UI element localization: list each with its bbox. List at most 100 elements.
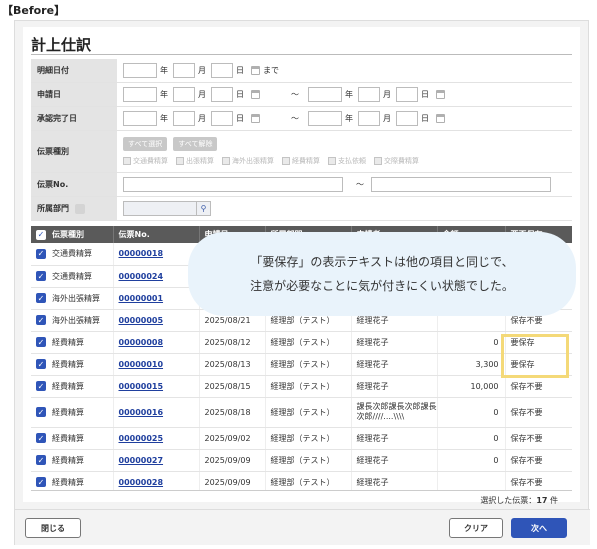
cell-amount: 0	[437, 449, 506, 472]
row-checkbox-icon[interactable]: ✓	[36, 248, 46, 259]
cell-status: 保存不要	[505, 397, 572, 428]
row-checkbox-icon[interactable]: ✓	[36, 293, 46, 303]
search-icon[interactable]: ⚲	[197, 201, 211, 216]
cell-dept: 経理部（テスト）	[265, 353, 352, 376]
checkbox-icon	[374, 157, 382, 165]
row-department: 所属部門 ⚲	[31, 197, 572, 221]
cell-no: 00000005	[113, 309, 200, 332]
approve-from-day-input[interactable]	[211, 111, 233, 126]
slip-no-link[interactable]: 00000024	[119, 272, 164, 281]
clear-button[interactable]: クリア	[449, 518, 503, 538]
slip-option[interactable]: 出張精算	[176, 156, 214, 166]
table-row[interactable]: ✓ 経費精算 00000028 2025/09/09 経理部（テスト） 経理花子 保存不要	[31, 471, 572, 490]
slip-option[interactable]: 経費精算	[282, 156, 320, 166]
slip-no-to-input[interactable]	[371, 177, 551, 192]
cell-type-label: 海外出張精算	[52, 293, 100, 303]
table-row[interactable]: ✓ 経費精算 00000015 2025/08/15 経理部（テスト） 経理花子 10,00…	[31, 375, 572, 398]
table-row[interactable]: ✓ 経費精算 00000016 2025/08/18 経理部（テスト） 課長次郎課長次郎課…	[31, 397, 572, 428]
apply-to-month-input[interactable]	[358, 87, 380, 102]
apply-from-year-input[interactable]	[123, 87, 157, 102]
slip-no-link[interactable]: 00000027	[119, 456, 164, 465]
approve-from-year-input[interactable]	[123, 111, 157, 126]
slip-no-link[interactable]: 00000025	[119, 434, 164, 443]
close-button[interactable]: 閉じる	[25, 518, 81, 538]
approve-to-year-input[interactable]	[308, 111, 342, 126]
apply-from-day-input[interactable]	[211, 87, 233, 102]
unit-day: 日	[421, 90, 429, 99]
row-checkbox-icon[interactable]: ✓	[36, 407, 46, 417]
cell-type: ✓ 交通費精算	[31, 265, 114, 288]
apply-to-day-input[interactable]	[396, 87, 418, 102]
cell-no: 00000008	[113, 331, 200, 354]
department-input[interactable]	[123, 201, 197, 216]
row-checkbox-icon[interactable]: ✓	[36, 455, 46, 465]
cell-no: 00000024	[113, 265, 200, 288]
table-row[interactable]: ✓ 経費精算 00000025 2025/09/02 経理部（テスト） 経理花子 0 保存不要	[31, 427, 572, 450]
clear-all-button[interactable]: すべて解除	[173, 137, 218, 151]
row-checkbox-icon[interactable]: ✓	[36, 271, 46, 281]
slip-option[interactable]: 海外出張精算	[222, 156, 274, 166]
cell-no: 00000025	[113, 427, 200, 450]
slip-no-link[interactable]: 00000028	[119, 478, 164, 487]
cell-type-label: 経費精算	[52, 359, 84, 369]
slip-option-label: 海外出張精算	[232, 157, 274, 165]
calendar-icon[interactable]	[251, 114, 260, 123]
approve-to-day-input[interactable]	[396, 111, 418, 126]
header-slip-no[interactable]: 伝票No.	[113, 226, 200, 243]
select-all-button[interactable]: すべて選択	[123, 137, 168, 151]
label-meisai-date: 明細日付	[31, 59, 117, 82]
cell-applicant: 経理花子	[351, 375, 438, 398]
apply-from-month-input[interactable]	[173, 87, 195, 102]
search-form: 明細日付 年 月 日 まで 申請日 年 月 日 ～ 年 月 日 承認完了日 年 …	[31, 59, 572, 221]
check-all-icon[interactable]: ✓	[36, 229, 46, 240]
row-checkbox-icon[interactable]: ✓	[36, 433, 46, 443]
table-row[interactable]: ✓ 経費精算 00000010 2025/08/13 経理部（テスト） 経理花子 3,300…	[31, 353, 572, 376]
slip-option[interactable]: 交際費精算	[374, 156, 419, 166]
label-slip-type: 伝票種別	[31, 131, 117, 172]
slip-option[interactable]: 交通費精算	[123, 156, 168, 166]
slip-no-link[interactable]: 00000015	[119, 382, 164, 391]
unit-year: 年	[160, 66, 168, 75]
slip-no-link[interactable]: 00000016	[119, 408, 164, 417]
label-slip-no: 伝票No.	[31, 173, 117, 196]
range-tilde: ～	[356, 180, 364, 189]
row-checkbox-icon[interactable]: ✓	[36, 381, 46, 391]
unit-year: 年	[160, 114, 168, 123]
slip-option[interactable]: 支払依頼	[328, 156, 366, 166]
meisai-month-input[interactable]	[173, 63, 195, 78]
header-slip-type[interactable]: ✓ 伝票種別	[31, 226, 114, 243]
approve-to-month-input[interactable]	[358, 111, 380, 126]
calendar-icon[interactable]	[436, 114, 445, 123]
apply-to-year-input[interactable]	[308, 87, 342, 102]
slip-no-link[interactable]: 00000008	[119, 338, 164, 347]
cell-date: 2025/09/09	[199, 471, 266, 490]
slip-no-link[interactable]: 00000005	[119, 316, 164, 325]
row-checkbox-icon[interactable]: ✓	[36, 359, 46, 369]
calendar-icon[interactable]	[251, 90, 260, 99]
cell-type: ✓ 経費精算	[31, 427, 114, 450]
checkbox-icon	[123, 157, 131, 165]
row-checkbox-icon[interactable]: ✓	[36, 477, 46, 487]
summary-label: 選択した伝票：	[480, 496, 537, 505]
approve-from-month-input[interactable]	[173, 111, 195, 126]
cell-type-label: 経費精算	[52, 477, 84, 487]
checkbox-icon	[222, 157, 230, 165]
unit-month: 月	[198, 66, 206, 75]
slip-no-link[interactable]: 00000018	[119, 249, 164, 258]
meisai-year-input[interactable]	[123, 63, 157, 78]
slip-no-link[interactable]: 00000010	[119, 360, 164, 369]
collapse-icon[interactable]	[75, 203, 85, 214]
calendar-icon[interactable]	[251, 66, 260, 75]
calendar-icon[interactable]	[436, 90, 445, 99]
slip-no-link[interactable]: 00000001	[119, 294, 164, 303]
slip-no-from-input[interactable]	[123, 177, 343, 192]
meisai-day-input[interactable]	[211, 63, 233, 78]
table-row[interactable]: ✓ 経費精算 00000008 2025/08/12 経理部（テスト） 経理花子 0 要保存	[31, 331, 572, 354]
row-checkbox-icon[interactable]: ✓	[36, 337, 46, 347]
row-checkbox-icon[interactable]: ✓	[36, 315, 46, 325]
unit-month: 月	[383, 114, 391, 123]
unit-year: 年	[345, 90, 353, 99]
table-row[interactable]: ✓ 経費精算 00000027 2025/09/09 経理部（テスト） 経理花子 0 保存不要	[31, 449, 572, 472]
cell-amount: 0	[437, 397, 506, 428]
next-button[interactable]: 次へ	[511, 518, 567, 538]
